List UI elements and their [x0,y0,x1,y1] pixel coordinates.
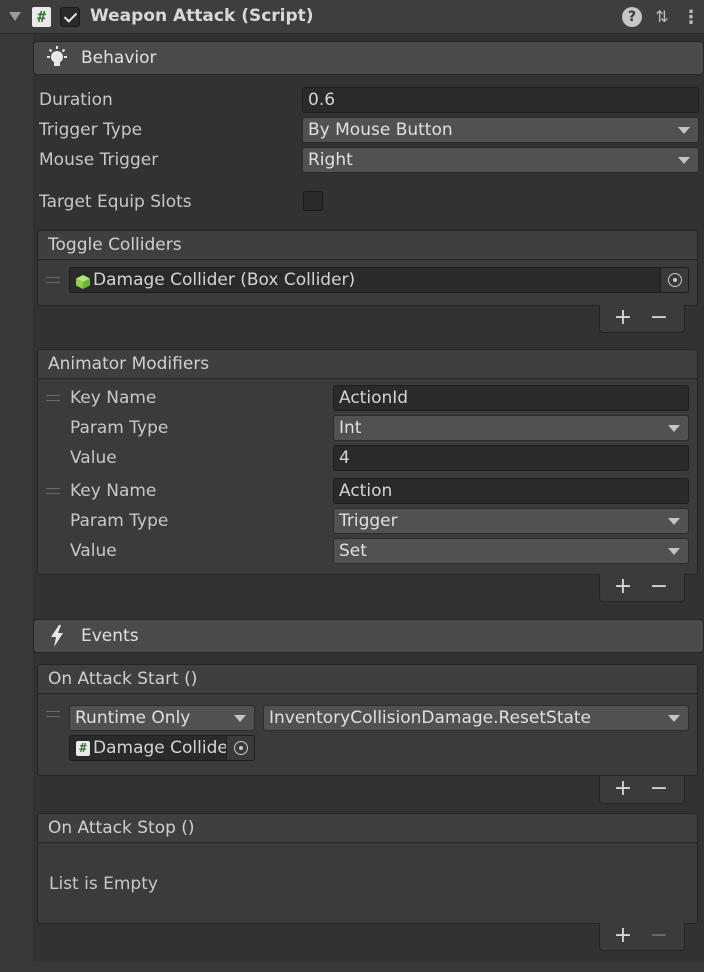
behavior-section-label: Behavior [81,48,157,68]
on-attack-start-add-remove: + − [599,776,685,804]
behavior-section-header[interactable]: Behavior [33,41,704,75]
param-type-dropdown[interactable]: Int [333,415,689,441]
duration-label: Duration [39,90,113,110]
add-button[interactable]: + [608,776,638,802]
toggle-colliders-add-remove: + − [599,305,685,333]
call-state-value: Runtime Only [75,708,191,728]
animator-modifiers-label: Animator Modifiers [48,354,210,374]
drag-handle-icon[interactable] [46,711,60,717]
param-type-value: Trigger [339,511,398,531]
box-collider-icon [75,273,91,289]
mouse-trigger-value: Right [308,150,353,170]
key-name-field[interactable]: ActionId [333,385,689,411]
presets-icon[interactable]: ⇅ [652,7,672,26]
value-label: Value [70,541,117,561]
toggle-colliders-label: Toggle Colliders [48,235,182,255]
dropdown-caret-icon [668,425,680,432]
remove-button: − [649,923,669,948]
add-button[interactable]: + [608,305,638,331]
event-target-value: Damage Collide [93,738,227,758]
on-attack-stop-add-remove: + − [599,923,685,951]
on-attack-stop-label: On Attack Stop () [48,818,195,838]
animator-modifiers-header[interactable]: Animator Modifiers [37,349,698,379]
events-section-header[interactable]: Events [33,619,704,653]
target-equip-slots-checkbox[interactable] [303,191,323,211]
dropdown-caret-icon [234,715,246,722]
script-icon: # [76,741,90,756]
target-equip-slots-label: Target Equip Slots [39,192,192,212]
object-picker-icon[interactable] [226,736,254,760]
foldout-arrow-icon[interactable] [9,12,21,21]
on-attack-stop-list: List is Empty [37,842,698,924]
value-label: Value [70,448,117,468]
toggle-collider-item[interactable]: Damage Collider (Box Collider) [69,267,689,293]
param-type-dropdown[interactable]: Trigger [333,508,689,534]
lightning-icon [44,623,70,649]
drag-handle-icon[interactable] [46,488,60,494]
trigger-type-dropdown[interactable]: By Mouse Button [302,117,699,143]
drag-handle-icon[interactable] [46,395,60,401]
help-icon[interactable]: ? [622,7,642,27]
component-title: Weapon Attack (Script) [90,6,314,26]
add-button[interactable]: + [608,923,638,949]
toggle-colliders-header[interactable]: Toggle Colliders [37,230,698,260]
key-name-label: Key Name [70,481,157,501]
dropdown-caret-icon [668,548,680,555]
value-value: Set [339,541,367,561]
drag-handle-icon[interactable] [46,277,60,283]
events-section-label: Events [81,626,139,646]
param-type-label: Param Type [70,418,169,438]
on-attack-start-header[interactable]: On Attack Start () [37,664,698,694]
value-dropdown[interactable]: Set [333,538,689,564]
remove-button[interactable]: − [644,776,674,802]
trigger-type-label: Trigger Type [39,120,143,140]
key-name-label: Key Name [70,388,157,408]
remove-button[interactable]: − [644,305,674,331]
dropdown-caret-icon [668,518,680,525]
call-state-dropdown[interactable]: Runtime Only [69,705,255,731]
more-menu-icon[interactable]: ⋮ [682,7,700,28]
toggle-collider-value: Damage Collider (Box Collider) [93,270,356,290]
mouse-trigger-label: Mouse Trigger [39,150,159,170]
remove-button[interactable]: − [644,574,674,600]
component-enabled-checkbox[interactable] [60,7,80,27]
event-function-dropdown[interactable]: InventoryCollisionDamage.ResetState [263,705,689,731]
key-name-field[interactable]: Action [333,478,689,504]
dropdown-caret-icon [668,715,680,722]
add-button[interactable]: + [608,574,638,600]
list-empty-text: List is Empty [49,874,158,894]
object-picker-icon[interactable] [660,268,688,292]
param-type-value: Int [339,418,362,438]
event-function-value: InventoryCollisionDamage.ResetState [269,708,592,728]
value-field[interactable]: 4 [333,445,689,471]
param-type-label: Param Type [70,511,169,531]
dropdown-caret-icon [678,157,690,164]
script-icon: # [32,7,51,27]
lightbulb-icon [44,45,70,71]
animator-modifiers-add-remove: + − [599,574,685,602]
duration-field[interactable]: 0.6 [302,87,699,113]
component-header: # Weapon Attack (Script) ? ⇅ ⋮ [0,0,704,34]
event-target-field[interactable]: # Damage Collide [69,735,255,761]
trigger-type-value: By Mouse Button [308,120,453,140]
mouse-trigger-dropdown[interactable]: Right [302,147,699,173]
on-attack-start-label: On Attack Start () [48,669,198,689]
on-attack-stop-header[interactable]: On Attack Stop () [37,813,698,843]
dropdown-caret-icon [678,127,690,134]
